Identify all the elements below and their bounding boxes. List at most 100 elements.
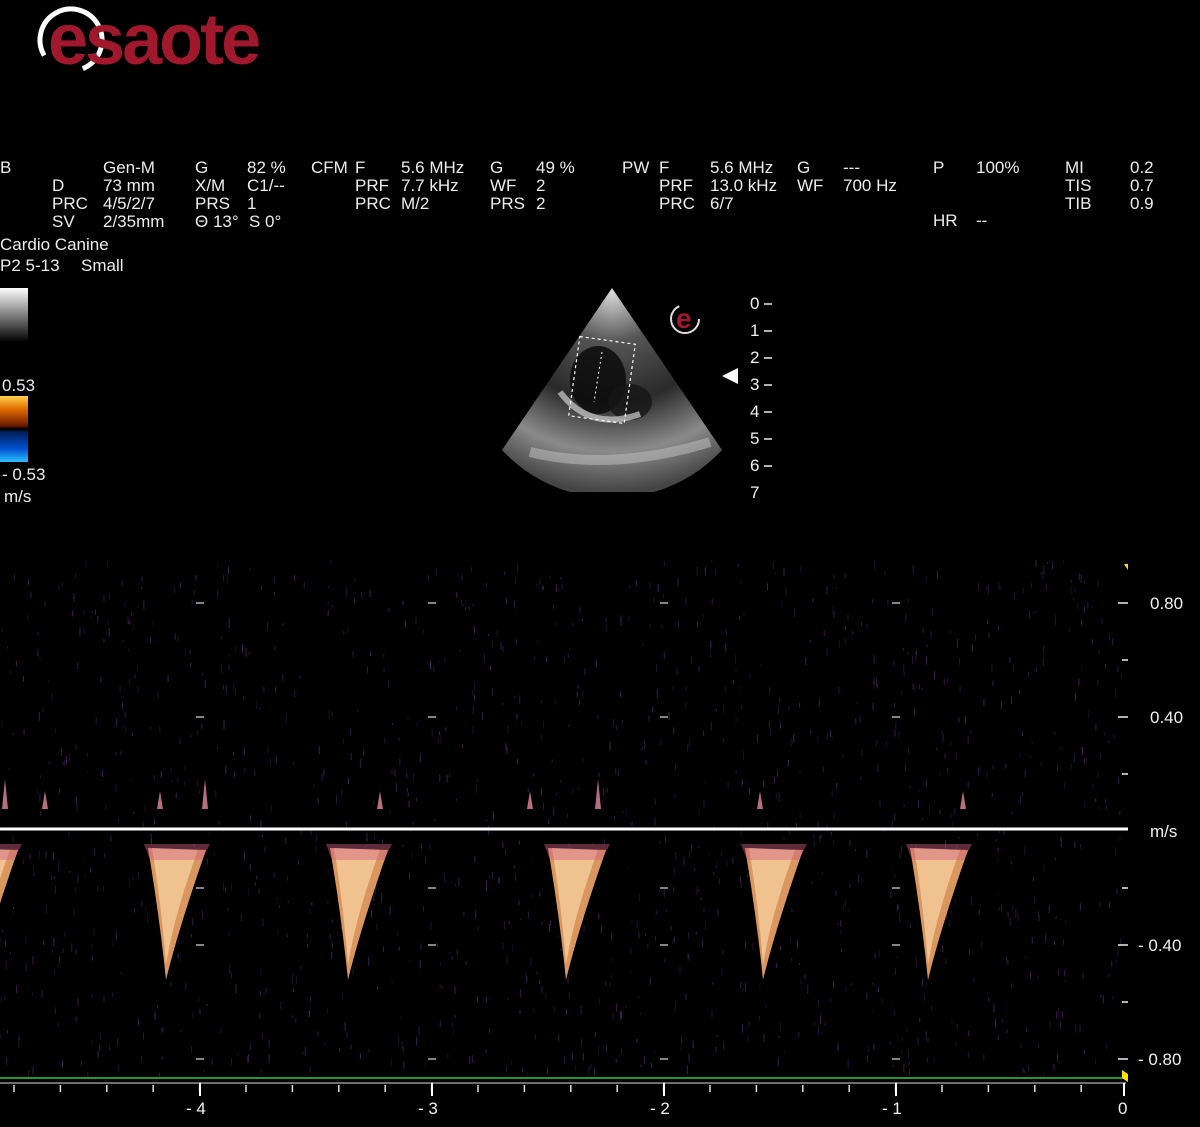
- doppler-spike-8: [960, 791, 966, 809]
- sweep-marker-icon: [1122, 1070, 1128, 1082]
- time-tick-0: 0: [1118, 1099, 1127, 1118]
- time-tick-neg2: - 2: [650, 1099, 670, 1118]
- vel-tick-neg080: - 0.80: [1138, 1050, 1181, 1069]
- steer-value: S 0°: [249, 212, 282, 231]
- pw-prf-value: 13.0 kHz: [710, 176, 778, 195]
- echo-sector-image: e: [502, 288, 722, 492]
- depth-tick-5: 5: [750, 429, 760, 448]
- vel-tick-080: 0.80: [1150, 594, 1183, 613]
- depth-label: D: [52, 176, 65, 195]
- pw-f-value: 5.6 MHz: [710, 158, 774, 177]
- pw-wf-label: WF: [797, 176, 824, 195]
- mi-value: 0.2: [1130, 158, 1154, 177]
- time-tick-neg3: - 3: [418, 1099, 438, 1118]
- b-preset: Gen-M: [103, 158, 155, 177]
- doppler-spike-4: [377, 791, 383, 809]
- spectral-noise: [0, 560, 1122, 1080]
- doppler-spike-1: [42, 791, 48, 809]
- cfm-wf-value: 2: [536, 176, 546, 195]
- sv-label: SV: [52, 212, 75, 231]
- spectral-doppler-display: 0.80 0.40 m/s - 0.40 - 0.80 - 4 - 3 - 2 …: [0, 560, 1183, 1118]
- vel-tick-neg040: - 0.40: [1138, 936, 1181, 955]
- prc-label: PRC: [52, 194, 88, 213]
- b-gain-value: 82 %: [247, 158, 286, 177]
- pw-f-label: F: [659, 158, 670, 177]
- power-value: 100%: [976, 158, 1020, 177]
- doppler-spike-7: [757, 791, 763, 809]
- hr-label: HR: [933, 211, 958, 230]
- sv-value: 2/35mm: [103, 212, 165, 231]
- pw-prc-label: PRC: [659, 194, 695, 213]
- cfm-f-label: F: [355, 158, 366, 177]
- prs-label: PRS: [195, 194, 230, 213]
- color-scale-unit: m/s: [4, 487, 32, 506]
- mi-label: MI: [1065, 158, 1084, 177]
- pw-gain-value: ---: [843, 158, 860, 177]
- tib-value: 0.9: [1130, 194, 1154, 213]
- pw-wf-value: 700 Hz: [843, 176, 897, 195]
- color-scale-top: 0.53: [2, 376, 36, 395]
- depth-tick-1: 1: [750, 321, 760, 340]
- color-scale-bottom: - 0.53: [2, 465, 46, 484]
- doppler-beat-4: [741, 844, 807, 980]
- doppler-spike-0: [2, 779, 8, 809]
- xm-label: X/M: [195, 176, 226, 195]
- vel-unit-label: m/s: [1150, 822, 1177, 841]
- tis-value: 0.7: [1130, 176, 1154, 195]
- spectral-waveforms: [0, 779, 972, 980]
- cfm-label: CFM: [311, 158, 348, 177]
- time-tick-neg4: - 4: [186, 1099, 206, 1118]
- depth-tick-2: 2: [750, 348, 760, 367]
- depth-value: 73 mm: [103, 176, 155, 195]
- svg-text:esaote: esaote: [48, 2, 259, 80]
- doppler-beat-0: [0, 844, 22, 904]
- doppler-beat-2: [326, 844, 392, 980]
- hr-value: --: [976, 211, 988, 230]
- doppler-spike-2: [157, 791, 163, 809]
- pw-prf-label: PRF: [659, 176, 693, 195]
- vel-tick-040: 0.40: [1150, 708, 1183, 727]
- cfm-gain-value: 49 %: [536, 158, 575, 177]
- prc-value: 4/5/2/7: [103, 194, 155, 213]
- mode-b-label: B: [0, 158, 12, 177]
- exam-preset: Cardio Canine: [0, 235, 109, 254]
- cfm-f-value: 5.6 MHz: [401, 158, 465, 177]
- cfm-prs-label: PRS: [490, 194, 525, 213]
- angle-value: Θ 13°: [195, 212, 239, 231]
- doppler-spike-5: [527, 791, 533, 809]
- probe-name: P2 5-13: [0, 256, 60, 275]
- doppler-spike-6: [595, 779, 601, 809]
- esaote-logo: esaote: [37, 2, 262, 80]
- cfm-prs-value: 2: [536, 194, 546, 213]
- b-gain-label: G: [195, 158, 209, 177]
- time-tick-neg1: - 1: [882, 1099, 902, 1118]
- cfm-prc-label: PRC: [355, 194, 391, 213]
- focus-marker-icon: [722, 368, 738, 384]
- depth-tick-3: 3: [750, 375, 760, 394]
- power-label: P: [933, 158, 945, 177]
- tib-label: TIB: [1065, 194, 1092, 213]
- depth-tick-7: 7: [750, 483, 760, 502]
- top-marker-icon: [1124, 564, 1128, 570]
- depth-tick-6: 6: [750, 456, 760, 475]
- cfm-gain-label: G: [490, 158, 504, 177]
- color-scale-bar: [0, 396, 28, 462]
- doppler-beat-3: [544, 844, 610, 980]
- doppler-beat-1: [144, 844, 210, 980]
- grayscale-bar: [0, 288, 28, 342]
- prs-value: 1: [247, 194, 257, 213]
- cfm-prc-value: M/2: [401, 194, 430, 213]
- cfm-wf-label: WF: [490, 176, 517, 195]
- depth-tick-4: 4: [750, 402, 760, 421]
- depth-tick-0: 0: [750, 294, 760, 313]
- depth-scale-ticks: [764, 303, 772, 467]
- doppler-spike-3: [202, 779, 208, 809]
- pw-prc-value: 6/7: [710, 194, 734, 213]
- cfm-prf-label: PRF: [355, 176, 389, 195]
- cfm-prf-value: 7.7 kHz: [401, 176, 459, 195]
- pw-gain-label: G: [797, 158, 811, 177]
- tis-label: TIS: [1065, 176, 1092, 195]
- xm-value: C1/--: [247, 176, 285, 195]
- pw-label: PW: [622, 158, 650, 177]
- time-axis-ticks: [13, 1083, 1125, 1096]
